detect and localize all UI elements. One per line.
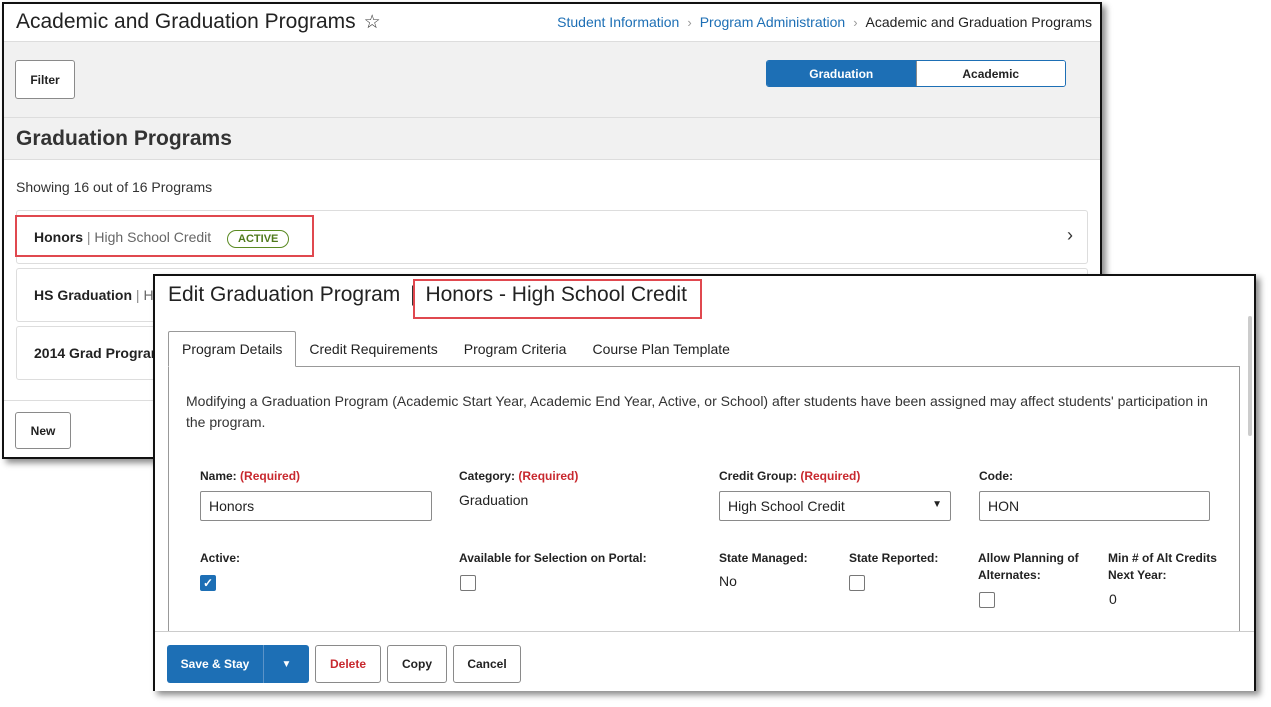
program-name: HS Graduation xyxy=(34,287,133,303)
state-managed-value: No xyxy=(719,573,737,589)
section-title: Graduation Programs xyxy=(16,127,232,150)
required-indicator: (Required) xyxy=(518,469,579,483)
save-stay-button[interactable]: Save & Stay xyxy=(167,645,263,683)
credit-group-select[interactable]: High School Credit ▼ xyxy=(719,491,951,521)
breadcrumb: Student Information › Program Administra… xyxy=(557,14,1092,30)
state-reported-checkbox[interactable] xyxy=(849,575,865,591)
program-details-panel: Modifying a Graduation Program (Academic… xyxy=(168,366,1240,636)
program-row-title: 2014 Grad Program xyxy=(34,345,163,361)
allow-alternates-label: Allow Planning of Alternates: xyxy=(978,551,1079,582)
required-indicator: (Required) xyxy=(800,469,861,483)
breadcrumb-program-administration[interactable]: Program Administration xyxy=(700,14,846,30)
required-indicator: (Required) xyxy=(240,469,301,483)
new-button[interactable]: New xyxy=(15,412,71,449)
category-label: Category: (Required) xyxy=(459,469,579,483)
action-bar: Save & Stay ▼ Delete Copy Cancel xyxy=(155,631,1254,691)
category-value: Graduation xyxy=(459,492,529,508)
active-checkbox[interactable]: ✓ xyxy=(200,575,216,591)
delete-button[interactable]: Delete xyxy=(315,645,381,683)
name-field[interactable]: Honors xyxy=(200,491,432,521)
tab-bar: Program Details Credit Requirements Prog… xyxy=(168,331,743,367)
toggle-graduation[interactable]: Graduation xyxy=(767,61,916,86)
code-label: Code: xyxy=(979,469,1013,483)
star-icon[interactable]: ☆ xyxy=(364,11,381,34)
edit-program-window: Edit Graduation Program | Honors - High … xyxy=(153,274,1256,691)
credit-group-selected: High School Credit xyxy=(728,498,845,514)
section-header: Graduation Programs xyxy=(4,118,1100,160)
credit-group-label: Credit Group: (Required) xyxy=(719,469,861,483)
chevron-right-icon: › xyxy=(687,14,692,30)
page-header: Academic and Graduation Programs ☆ Stude… xyxy=(4,4,1100,42)
portal-label: Available for Selection on Portal: xyxy=(459,551,647,565)
chevron-right-icon[interactable]: › xyxy=(1067,225,1073,246)
program-type-toggle: Graduation Academic xyxy=(766,60,1066,87)
caret-down-icon[interactable]: ▼ xyxy=(263,645,309,683)
name-label: Name: (Required) xyxy=(200,469,301,483)
copy-button[interactable]: Copy xyxy=(387,645,447,683)
scrollbar[interactable] xyxy=(1248,316,1252,436)
active-label: Active: xyxy=(200,551,241,565)
caret-down-icon: ▼ xyxy=(932,499,942,510)
state-managed-label: State Managed: xyxy=(719,551,808,565)
min-alt-credits-value: 0 xyxy=(1109,591,1117,607)
allow-alternates-checkbox[interactable] xyxy=(979,592,995,608)
edit-title-prefix: Edit Graduation Program xyxy=(168,283,401,306)
showing-count: Showing 16 out of 16 Programs xyxy=(16,179,213,195)
highlight-callout xyxy=(15,215,314,257)
tab-course-plan-template[interactable]: Course Plan Template xyxy=(579,331,742,367)
modification-notice: Modifying a Graduation Program (Academic… xyxy=(186,393,1208,430)
pipe-separator: | xyxy=(135,287,140,303)
page-title-text: Academic and Graduation Programs xyxy=(16,10,356,33)
page-title: Academic and Graduation Programs ☆ xyxy=(16,10,381,34)
highlight-callout xyxy=(413,279,702,319)
tab-program-criteria[interactable]: Program Criteria xyxy=(451,331,580,367)
min-alt-credits-label: Min # of Alt Credits Next Year: xyxy=(1108,551,1217,582)
list-toolbar: Filter Graduation Academic xyxy=(4,42,1100,118)
tab-credit-requirements[interactable]: Credit Requirements xyxy=(296,331,450,367)
save-stay-split-button: Save & Stay ▼ xyxy=(167,645,309,683)
code-field[interactable]: HON xyxy=(979,491,1210,521)
chevron-right-icon: › xyxy=(853,14,858,30)
tab-program-details[interactable]: Program Details xyxy=(168,331,297,367)
cancel-button[interactable]: Cancel xyxy=(453,645,521,683)
state-reported-label: State Reported: xyxy=(849,551,939,565)
program-name: 2014 Grad Program xyxy=(34,345,164,361)
breadcrumb-student-information[interactable]: Student Information xyxy=(557,14,679,30)
toggle-academic[interactable]: Academic xyxy=(915,61,1065,86)
program-row-title: HS Graduation | Hig xyxy=(34,287,164,303)
breadcrumb-current: Academic and Graduation Programs xyxy=(865,14,1092,30)
filter-button[interactable]: Filter xyxy=(15,60,75,99)
portal-checkbox[interactable] xyxy=(460,575,476,591)
